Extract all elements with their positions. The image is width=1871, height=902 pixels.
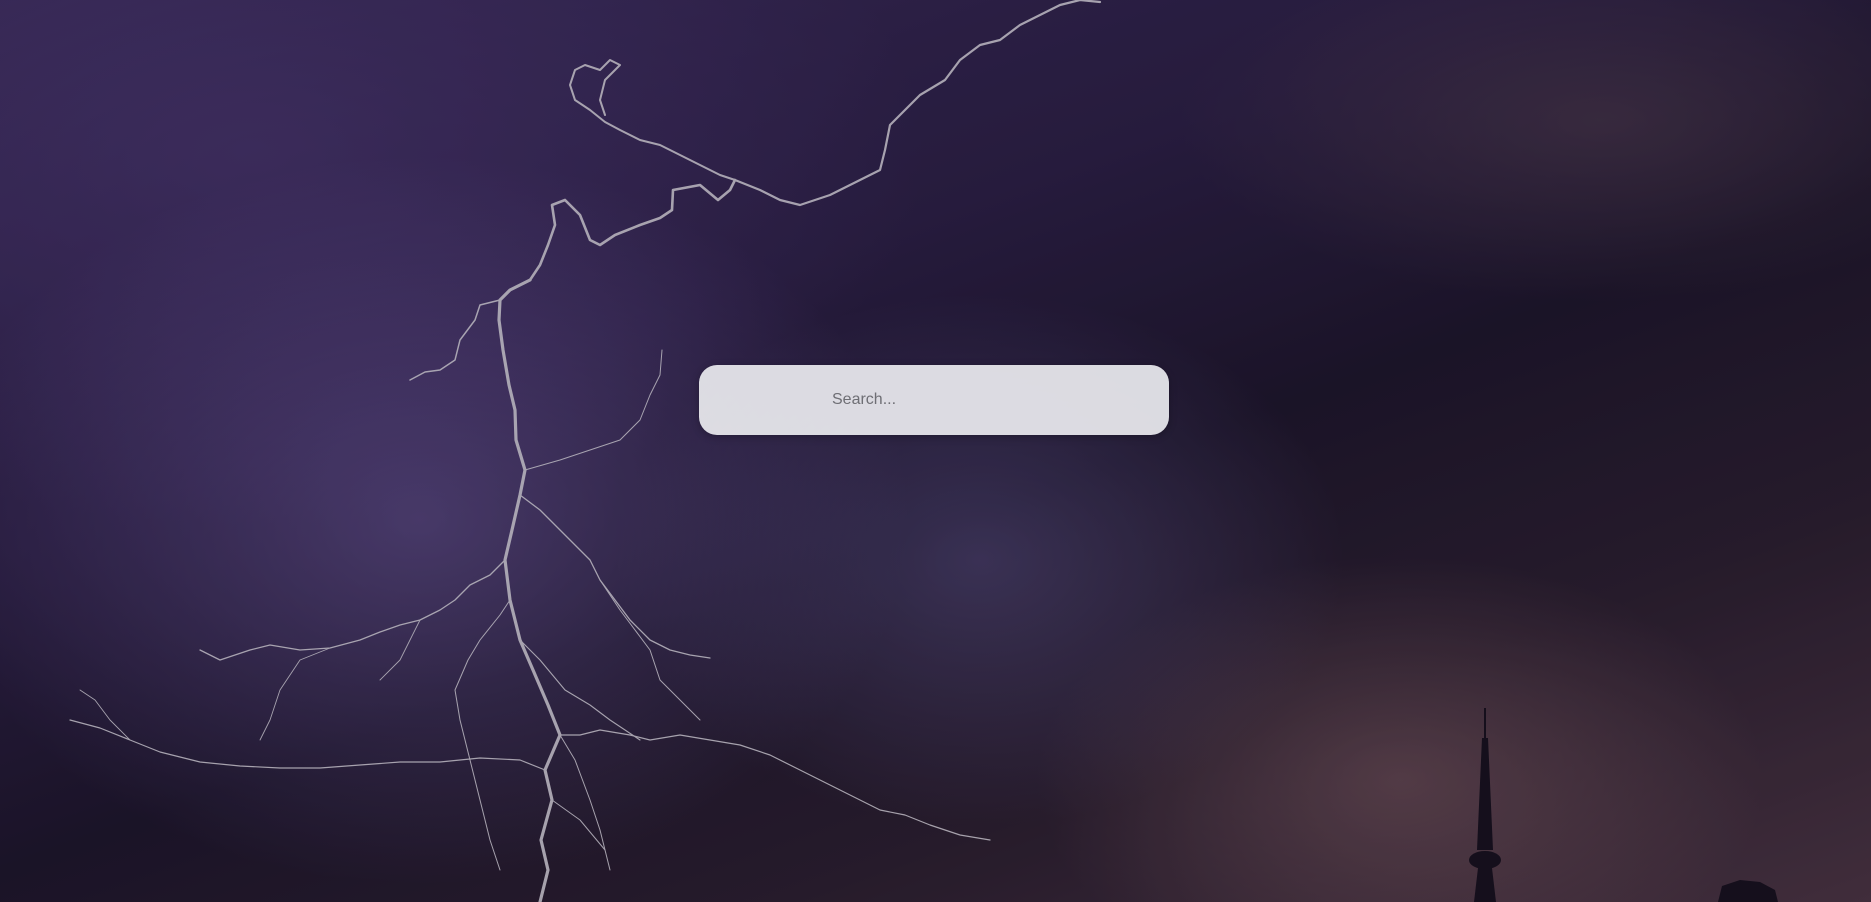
dim-overlay (0, 0, 1871, 902)
background-scene (0, 0, 1871, 902)
search-input[interactable] (699, 365, 1169, 435)
search-box (699, 365, 1169, 435)
